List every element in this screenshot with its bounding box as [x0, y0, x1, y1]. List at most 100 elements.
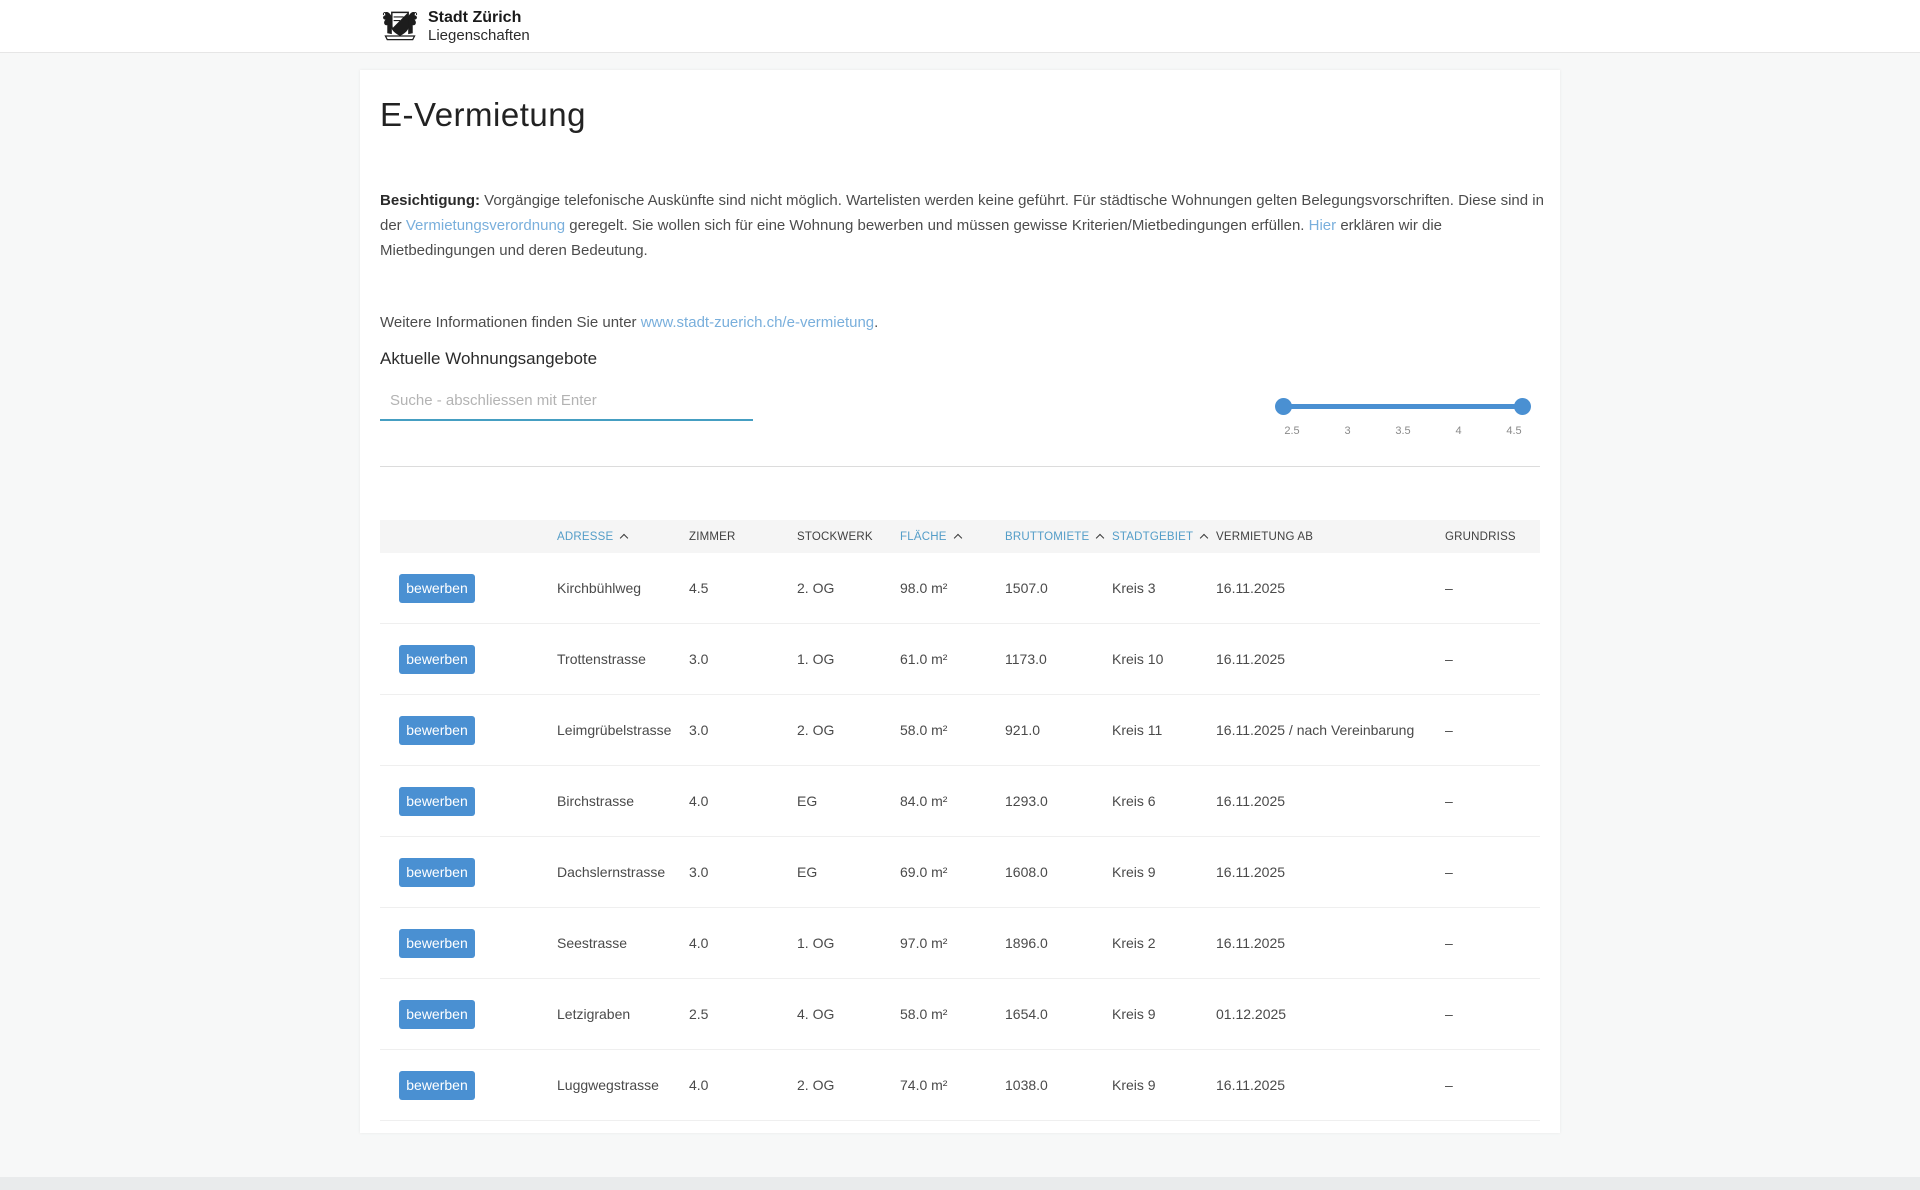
hier-link[interactable]: Hier	[1309, 217, 1337, 234]
cell-bruttomiete: 1608.0	[1005, 864, 1112, 880]
cell-stockwerk: EG	[797, 864, 900, 880]
column-header-label: STOCKWERK	[797, 531, 873, 543]
cell-stockwerk: 4. OG	[797, 1006, 900, 1022]
slider-label: 2.5	[1275, 425, 1309, 437]
column-header-label: GRUNDRISS	[1445, 531, 1516, 543]
bewerben-button[interactable]: bewerben	[399, 645, 475, 674]
cell-zimmer: 3.0	[689, 722, 797, 738]
slider-label: 4	[1442, 425, 1476, 437]
column-header-label: FLÄCHE	[900, 531, 947, 543]
search-input[interactable]	[380, 384, 753, 421]
section-divider	[380, 466, 1540, 467]
sort-asc-icon	[1200, 533, 1208, 541]
cell-stockwerk: EG	[797, 793, 900, 809]
column-header-label: BRUTTOMIETE	[1005, 531, 1089, 543]
brand-title: Stadt Zürich	[428, 9, 530, 27]
column-header-grundriss: GRUNDRISS	[1445, 531, 1540, 543]
cell-grundriss: –	[1445, 793, 1540, 809]
cell-grundriss: –	[1445, 722, 1540, 738]
info-paragraph: Weitere Informationen finden Sie unter w…	[380, 310, 1545, 335]
column-header-label: ADRESSE	[557, 531, 613, 543]
bewerben-button[interactable]: bewerben	[399, 574, 475, 603]
column-header-flaeche[interactable]: FLÄCHE	[900, 531, 1005, 543]
cell-grundriss: –	[1445, 935, 1540, 951]
column-header-adresse[interactable]: ADRESSE	[557, 531, 689, 543]
text-segment: geregelt. Sie wollen sich für eine Wohnu…	[565, 217, 1309, 234]
column-header-label: STADTGEBIET	[1112, 531, 1193, 543]
cell-flaeche: 61.0 m²	[900, 651, 1005, 667]
cell-grundriss: –	[1445, 1077, 1540, 1093]
sort-asc-icon	[953, 533, 961, 541]
slider-handle-min[interactable]	[1275, 398, 1292, 415]
cell-vermietung_ab: 16.11.2025	[1216, 1077, 1445, 1093]
slider-track[interactable]	[1283, 404, 1523, 409]
cell-vermietung_ab: 01.12.2025	[1216, 1006, 1445, 1022]
bewerben-button[interactable]: bewerben	[399, 1000, 475, 1029]
search-field	[380, 384, 753, 421]
cell-stockwerk: 2. OG	[797, 1077, 900, 1093]
cell-vermietung_ab: 16.11.2025	[1216, 793, 1445, 809]
cell-action: bewerben	[380, 858, 557, 887]
bewerben-button[interactable]: bewerben	[399, 858, 475, 887]
table-header-row: ADRESSE ZIMMER STOCKWERK FLÄCHE BRUTTOMIETE S…	[380, 520, 1540, 553]
cell-zimmer: 4.0	[689, 793, 797, 809]
table-row: bewerbenBirchstrasse4.0EG84.0 m²1293.0Kr…	[380, 766, 1540, 837]
cell-flaeche: 84.0 m²	[900, 793, 1005, 809]
vermietungsverordnung-link[interactable]: Vermietungsverordnung	[406, 217, 565, 234]
cell-action: bewerben	[380, 1000, 557, 1029]
column-header-stockwerk: STOCKWERK	[797, 531, 900, 543]
table-body: bewerbenKirchbühlweg4.52. OG98.0 m²1507.…	[380, 553, 1540, 1121]
bewerben-button[interactable]: bewerben	[399, 1071, 475, 1100]
bewerben-button[interactable]: bewerben	[399, 929, 475, 958]
e-vermietung-link[interactable]: www.stadt-zuerich.ch/e-vermietung	[641, 314, 874, 331]
cell-adresse: Birchstrasse	[557, 793, 689, 809]
content-card: E-Vermietung Besichtigung: Vorgängige te…	[360, 70, 1560, 1133]
table-row: bewerbenDachslernstrasse3.0EG69.0 m²1608…	[380, 837, 1540, 908]
cell-adresse: Letzigraben	[557, 1006, 689, 1022]
cell-bruttomiete: 1173.0	[1005, 651, 1112, 667]
cell-action: bewerben	[380, 1071, 557, 1100]
cell-flaeche: 69.0 m²	[900, 864, 1005, 880]
sort-asc-icon	[1096, 533, 1104, 541]
cell-zimmer: 4.5	[689, 580, 797, 596]
cell-stadtgebiet: Kreis 9	[1112, 1006, 1216, 1022]
cell-grundriss: –	[1445, 864, 1540, 880]
cell-stockwerk: 1. OG	[797, 651, 900, 667]
column-header-stadtgebiet[interactable]: STADTGEBIET	[1112, 531, 1216, 543]
text-segment: .	[874, 314, 878, 331]
bewerben-button[interactable]: bewerben	[399, 716, 475, 745]
listings-table: ADRESSE ZIMMER STOCKWERK FLÄCHE BRUTTOMIETE S…	[380, 520, 1540, 1121]
cell-vermietung_ab: 16.11.2025	[1216, 864, 1445, 880]
table-row: bewerbenLuggwegstrasse4.02. OG74.0 m²103…	[380, 1050, 1540, 1121]
cell-vermietung_ab: 16.11.2025	[1216, 580, 1445, 596]
table-row: bewerbenSeestrasse4.01. OG97.0 m²1896.0K…	[380, 908, 1540, 979]
cell-action: bewerben	[380, 787, 557, 816]
cell-adresse: Luggwegstrasse	[557, 1077, 689, 1093]
page-title: E-Vermietung	[380, 96, 586, 134]
cell-stockwerk: 2. OG	[797, 580, 900, 596]
zurich-crest-icon	[380, 7, 420, 45]
intro-paragraph: Besichtigung: Vorgängige telefonische Au…	[380, 188, 1545, 263]
cell-flaeche: 58.0 m²	[900, 722, 1005, 738]
cell-flaeche: 74.0 m²	[900, 1077, 1005, 1093]
bewerben-button[interactable]: bewerben	[399, 787, 475, 816]
column-header-bruttomiete[interactable]: BRUTTOMIETE	[1005, 531, 1112, 543]
slider-label: 4.5	[1497, 425, 1531, 437]
brand-subtitle: Liegenschaften	[428, 27, 530, 44]
cell-bruttomiete: 1507.0	[1005, 580, 1112, 596]
cell-zimmer: 3.0	[689, 651, 797, 667]
section-title: Aktuelle Wohnungsangebote	[380, 349, 597, 369]
table-row: bewerbenLetzigraben2.54. OG58.0 m²1654.0…	[380, 979, 1540, 1050]
cell-action: bewerben	[380, 645, 557, 674]
cell-bruttomiete: 1896.0	[1005, 935, 1112, 951]
cell-adresse: Dachslernstrasse	[557, 864, 689, 880]
slider-handle-max[interactable]	[1514, 398, 1531, 415]
cell-stockwerk: 1. OG	[797, 935, 900, 951]
cell-vermietung_ab: 16.11.2025	[1216, 651, 1445, 667]
cell-stadtgebiet: Kreis 2	[1112, 935, 1216, 951]
slider-labels: 2.533.544.5	[1275, 425, 1531, 437]
cell-bruttomiete: 1654.0	[1005, 1006, 1112, 1022]
column-header-label: ZIMMER	[689, 531, 736, 543]
column-header-vermietung_ab: VERMIETUNG AB	[1216, 531, 1445, 543]
cell-bruttomiete: 921.0	[1005, 722, 1112, 738]
